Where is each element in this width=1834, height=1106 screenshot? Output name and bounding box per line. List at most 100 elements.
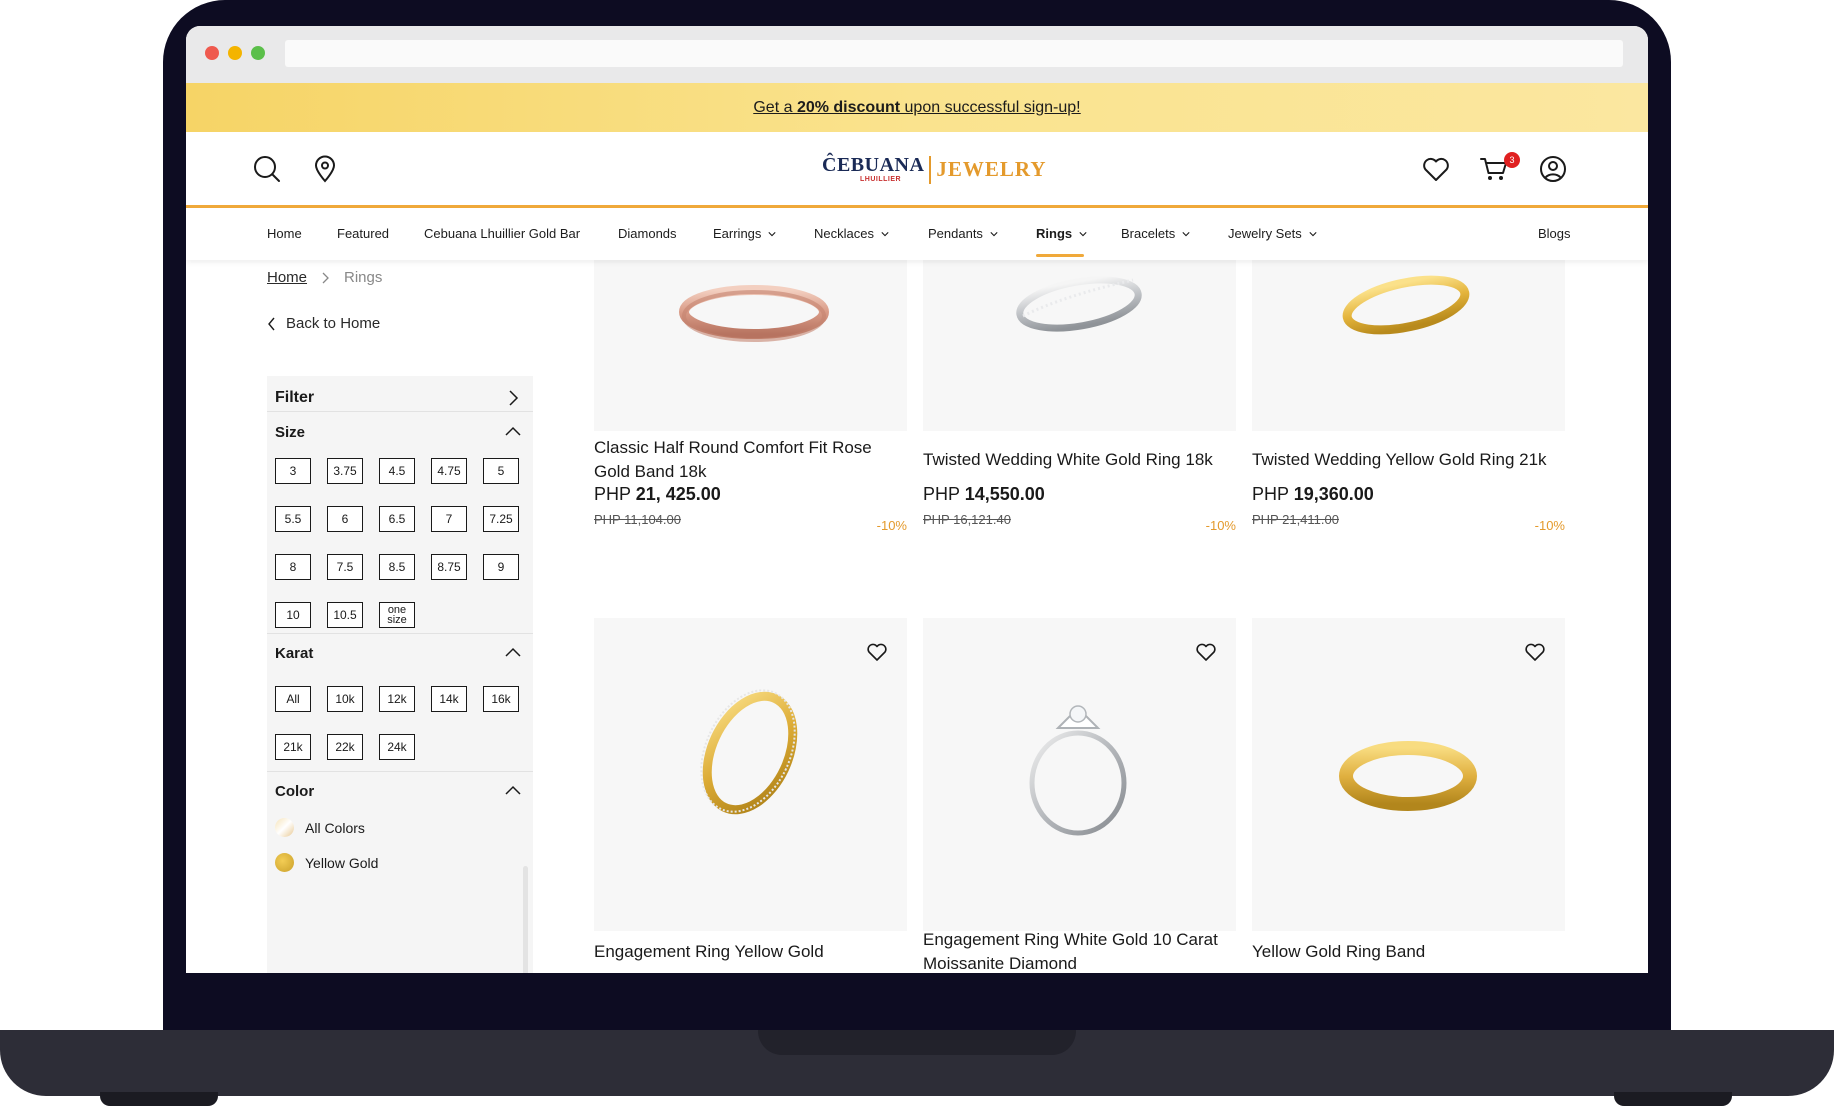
nav-label: Diamonds: [618, 226, 677, 241]
wishlist-heart-icon[interactable]: [1524, 642, 1546, 662]
address-bar[interactable]: [285, 40, 1623, 67]
window-minimize-dot[interactable]: [228, 46, 242, 60]
price-value: 19,360.00: [1293, 484, 1374, 504]
size-chip[interactable]: 7.25: [483, 506, 519, 532]
nav-label: Bracelets: [1121, 226, 1176, 241]
price-currency: PHP: [1252, 484, 1289, 504]
size-chip[interactable]: 8.5: [379, 554, 415, 580]
breadcrumb: Home Rings: [267, 269, 382, 286]
product-name[interactable]: Engagement Ring Yellow Gold: [594, 940, 907, 964]
product-price: PHP 21, 425.00: [594, 484, 721, 505]
filter-scrollbar[interactable]: [523, 866, 528, 973]
size-chip[interactable]: 4.75: [431, 458, 467, 484]
nav-jewelry-sets[interactable]: Jewelry Sets: [1228, 226, 1317, 241]
karat-chip[interactable]: All: [275, 686, 311, 712]
product-name[interactable]: Twisted Wedding White Gold Ring 18k: [923, 448, 1236, 472]
nav-home[interactable]: Home: [267, 226, 302, 241]
size-chip[interactable]: 8: [275, 554, 311, 580]
engagement-ring-yellow-image: [700, 689, 798, 815]
karat-chip[interactable]: 16k: [483, 686, 519, 712]
karat-chip[interactable]: 12k: [379, 686, 415, 712]
color-label: Yellow Gold: [305, 854, 379, 871]
product-name[interactable]: Twisted Wedding Yellow Gold Ring 21k: [1252, 448, 1565, 472]
nav-blogs[interactable]: Blogs: [1538, 226, 1571, 241]
back-to-home-link[interactable]: Back to Home: [267, 315, 380, 332]
nav-label: Pendants: [928, 226, 983, 241]
price-currency: PHP: [594, 484, 631, 504]
karat-chip[interactable]: 22k: [327, 734, 363, 760]
product-image[interactable]: [923, 618, 1236, 931]
breadcrumb-current: Rings: [344, 269, 383, 286]
product-old-price: PHP 21,411.00: [1252, 512, 1339, 527]
size-chip[interactable]: 6: [327, 506, 363, 532]
karat-chip[interactable]: 24k: [379, 734, 415, 760]
white-gold-ring-image: [1016, 276, 1142, 332]
nav-featured[interactable]: Featured: [337, 226, 389, 241]
cart-count-badge: 3: [1504, 152, 1520, 168]
product-image[interactable]: [1252, 260, 1565, 431]
yellow-gold-band-image: [1339, 741, 1477, 811]
window-maximize-dot[interactable]: [251, 46, 265, 60]
product-price: PHP 19,360.00: [1252, 484, 1374, 505]
size-chip[interactable]: 7.5: [327, 554, 363, 580]
account-icon[interactable]: [1538, 154, 1568, 184]
nav-necklaces[interactable]: Necklaces: [814, 226, 889, 241]
chevron-down-icon: [1309, 231, 1317, 236]
nav-diamonds[interactable]: Diamonds: [618, 226, 677, 241]
location-pin-icon[interactable]: [310, 154, 340, 184]
nav-label: Earrings: [713, 226, 762, 241]
product-discount: -10%: [1205, 518, 1236, 533]
product-old-price: PHP 16,121.40: [923, 512, 1011, 527]
price-value: 14,550.00: [964, 484, 1045, 504]
wishlist-heart-icon[interactable]: [1195, 642, 1217, 662]
heart-icon[interactable]: [1421, 154, 1451, 184]
size-chip[interactable]: 3.75: [327, 458, 363, 484]
size-chip[interactable]: 10.5: [327, 602, 363, 628]
chevron-up-icon[interactable]: [505, 645, 521, 661]
product-image[interactable]: [1252, 618, 1565, 931]
size-chip[interactable]: 4.5: [379, 458, 415, 484]
karat-chip[interactable]: 10k: [327, 686, 363, 712]
window-close-dot[interactable]: [205, 46, 219, 60]
size-chip[interactable]: 7: [431, 506, 467, 532]
brand-logo[interactable]: ĈEBUANA LHUILLIER JEWELRY: [822, 154, 1047, 185]
product-image[interactable]: [923, 260, 1236, 431]
product-discount: -10%: [1534, 518, 1565, 533]
size-chip[interactable]: 3: [275, 458, 311, 484]
chevron-up-icon[interactable]: [505, 783, 521, 799]
size-chip[interactable]: 5.5: [275, 506, 311, 532]
nav-rings[interactable]: Rings: [1036, 226, 1087, 241]
size-chip[interactable]: one size: [379, 602, 415, 628]
chevron-up-icon[interactable]: [505, 424, 521, 440]
wishlist-heart-icon[interactable]: [866, 642, 888, 662]
color-option-all[interactable]: All Colors: [275, 818, 365, 837]
chevron-right-icon[interactable]: [505, 390, 521, 406]
promo-link[interactable]: Get a 20% discount upon successful sign-…: [753, 99, 1080, 117]
karat-chip[interactable]: 21k: [275, 734, 311, 760]
product-name[interactable]: Yellow Gold Ring Band: [1252, 940, 1565, 964]
browser-chrome: [186, 26, 1648, 83]
product-image[interactable]: [594, 260, 907, 431]
nav-pendants[interactable]: Pendants: [928, 226, 998, 241]
nav-label: Jewelry Sets: [1228, 226, 1302, 241]
size-chip[interactable]: 8.75: [431, 554, 467, 580]
nav-gold-bar[interactable]: Cebuana Lhuillier Gold Bar: [424, 226, 580, 241]
nav-label: Rings: [1036, 226, 1073, 241]
breadcrumb-home[interactable]: Home: [267, 269, 307, 286]
product-name[interactable]: Engagement Ring White Gold 10 Carat Mois…: [923, 928, 1236, 973]
nav-bracelets[interactable]: Bracelets: [1121, 226, 1190, 241]
karat-chip[interactable]: 14k: [431, 686, 467, 712]
nav-earrings[interactable]: Earrings: [713, 226, 777, 241]
product-name[interactable]: Classic Half Round Comfort Fit Rose Gold…: [594, 436, 907, 484]
logo-lhuillier: LHUILLIER: [860, 176, 902, 183]
promo-suffix: upon successful sign-up!: [900, 98, 1081, 116]
product-image[interactable]: [594, 618, 907, 931]
color-option-yellow-gold[interactable]: Yellow Gold: [275, 853, 378, 872]
product-price: PHP 14,550.00: [923, 484, 1045, 505]
size-chip[interactable]: 5: [483, 458, 519, 484]
size-chip[interactable]: 10: [275, 602, 311, 628]
size-chip[interactable]: 6.5: [379, 506, 415, 532]
search-icon[interactable]: [252, 154, 282, 184]
size-chip[interactable]: 9: [483, 554, 519, 580]
promo-banner[interactable]: Get a 20% discount upon successful sign-…: [186, 83, 1648, 132]
